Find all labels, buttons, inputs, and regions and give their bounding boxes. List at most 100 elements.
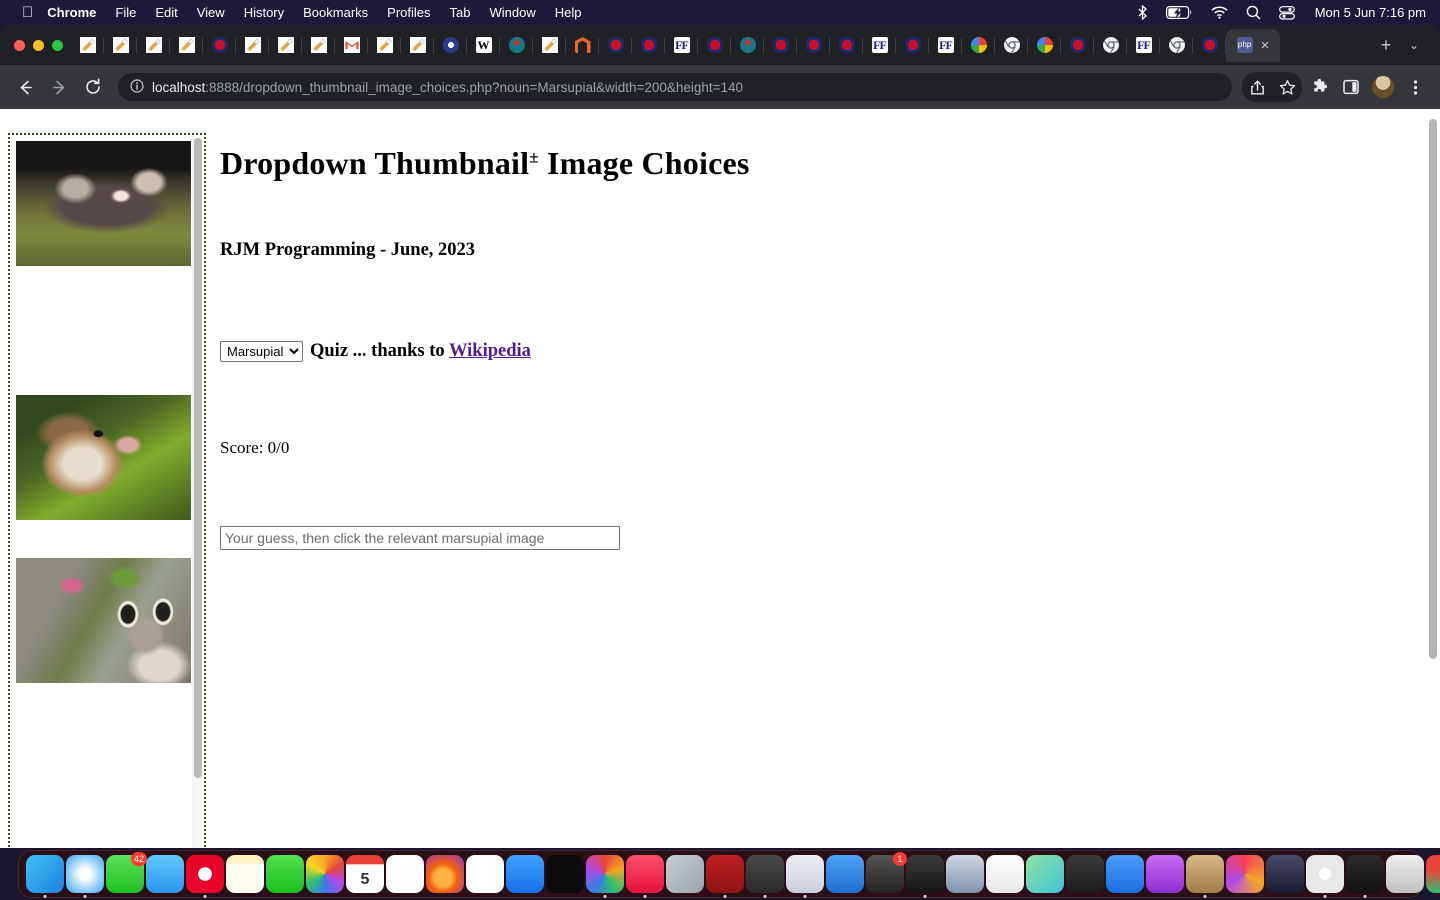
dock-icon-mamp[interactable] — [906, 855, 944, 893]
menu-item-profiles[interactable]: Profiles — [387, 5, 430, 20]
dock-icon-mail[interactable] — [146, 855, 184, 893]
guess-input[interactable] — [220, 526, 620, 550]
dock-icon-news[interactable] — [466, 855, 504, 893]
dock-icon-zoom[interactable] — [1106, 855, 1144, 893]
dock-icon-textedit-doc[interactable] — [986, 855, 1024, 893]
tab-15[interactable] — [566, 29, 599, 62]
tab-19[interactable] — [698, 29, 731, 62]
tab-4[interactable] — [203, 29, 236, 62]
share-icon[interactable] — [1242, 72, 1272, 102]
menu-item-history[interactable]: History — [244, 5, 284, 20]
new-tab-button[interactable]: + — [1372, 31, 1400, 59]
dock-icon-firefox[interactable] — [426, 855, 464, 893]
dock-icon-xcode[interactable] — [826, 855, 864, 893]
battery-charging-icon[interactable] — [1165, 6, 1193, 19]
tab-6[interactable] — [269, 29, 302, 62]
dock-icon-safari[interactable] — [66, 855, 104, 893]
tab-34[interactable] — [1193, 29, 1226, 62]
tab-2[interactable] — [137, 29, 170, 62]
tab-7[interactable] — [302, 29, 335, 62]
dock-icon-gimp[interactable] — [1066, 855, 1104, 893]
tab-22[interactable] — [797, 29, 830, 62]
menu-item-help[interactable]: Help — [555, 5, 582, 20]
tab-28[interactable] — [995, 29, 1028, 62]
menu-item-edit[interactable]: Edit — [155, 5, 177, 20]
tab-search-button[interactable]: ⌄ — [1400, 31, 1428, 59]
close-window-button[interactable] — [14, 39, 25, 51]
dock-icon-messages[interactable]: 42 — [106, 852, 147, 893]
tab-16[interactable] — [599, 29, 632, 62]
dock-icon-app-store[interactable] — [506, 855, 544, 893]
dock-icon-scanner[interactable] — [946, 855, 984, 893]
tab-26[interactable]: FF — [929, 29, 962, 62]
tab-21[interactable] — [764, 29, 797, 62]
dock-icon-podcasts[interactable] — [1146, 855, 1184, 893]
wikipedia-link[interactable]: Wikipedia — [449, 341, 531, 361]
dock-icon-inkscape[interactable] — [1386, 855, 1424, 893]
sidebar-scrollbar[interactable] — [192, 136, 203, 848]
dock-icon-apple-tv[interactable] — [546, 855, 584, 893]
search-icon[interactable] — [1246, 5, 1261, 20]
reload-button[interactable] — [78, 72, 108, 102]
back-button[interactable] — [10, 72, 40, 102]
dock-icon-calculator[interactable] — [746, 855, 784, 893]
tab-20[interactable] — [731, 29, 764, 62]
tab-11[interactable] — [434, 29, 467, 62]
maximize-window-button[interactable] — [52, 39, 63, 51]
tab-10[interactable] — [401, 29, 434, 62]
minimize-window-button[interactable] — [33, 39, 44, 51]
marsupial-thumbnail-2[interactable] — [16, 395, 191, 520]
dock-icon-logic[interactable] — [1186, 855, 1224, 893]
dock-icon-intellij[interactable] — [1226, 855, 1264, 893]
tab-13[interactable] — [500, 29, 533, 62]
bookmark-star-icon[interactable] — [1272, 72, 1302, 102]
tab-32[interactable]: FF — [1127, 29, 1160, 62]
dock-icon-maps[interactable] — [1026, 855, 1064, 893]
tab-3[interactable] — [170, 29, 203, 62]
active-tab[interactable]: php × — [1226, 28, 1280, 62]
dock-icon-launchpad[interactable] — [666, 855, 704, 893]
tab-29[interactable] — [1028, 29, 1061, 62]
menu-item-window[interactable]: Window — [490, 5, 536, 20]
forward-button[interactable] — [44, 72, 74, 102]
tab-14[interactable] — [533, 29, 566, 62]
tab-0[interactable] — [71, 29, 104, 62]
marsupial-thumbnail-1[interactable] — [16, 141, 191, 266]
control-center-icon[interactable] — [1278, 5, 1295, 20]
tab-27[interactable] — [962, 29, 995, 62]
side-panel-icon[interactable] — [1336, 72, 1366, 102]
dock-icon-music[interactable] — [626, 855, 664, 893]
tab-25[interactable] — [896, 29, 929, 62]
tab-9[interactable] — [368, 29, 401, 62]
close-icon[interactable]: × — [1261, 38, 1270, 53]
dock-icon-reminders[interactable] — [386, 855, 424, 893]
dock-icon-filezilla[interactable] — [706, 855, 744, 893]
dock-icon-notes[interactable] — [226, 855, 264, 893]
marsupial-thumbnail-3[interactable] — [16, 558, 191, 683]
tab-33[interactable] — [1160, 29, 1193, 62]
menu-item-file[interactable]: File — [115, 5, 136, 20]
sidebar-scrollbar-thumb[interactable] — [194, 138, 202, 778]
menu-item-view[interactable]: View — [197, 5, 225, 20]
tab-31[interactable] — [1094, 29, 1127, 62]
dock-icon-preview-paint[interactable] — [586, 855, 624, 893]
dock-icon-photos[interactable] — [306, 855, 344, 893]
dock-icon-quicktime[interactable] — [1266, 855, 1304, 893]
bluetooth-icon[interactable] — [1137, 5, 1148, 20]
dock-icon-bbedit[interactable] — [786, 855, 824, 893]
tab-5[interactable] — [236, 29, 269, 62]
menu-item-tab[interactable]: Tab — [450, 5, 471, 20]
dock-icon-calendar[interactable]: 5 — [346, 855, 384, 893]
dock-icon-chrome[interactable] — [1306, 855, 1344, 893]
tab-24[interactable]: FF — [863, 29, 896, 62]
extensions-puzzle-icon[interactable] — [1304, 72, 1334, 102]
apple-icon[interactable]:  — [22, 5, 33, 20]
dock-icon-opera[interactable] — [186, 855, 224, 893]
page-scrollbar-thumb[interactable] — [1429, 119, 1437, 659]
dock-icon-terminal[interactable] — [1346, 855, 1384, 893]
dock-icon-autocad[interactable] — [1426, 855, 1440, 893]
dock-icon-finder[interactable] — [26, 855, 64, 893]
dock-icon-adobe[interactable]: 1 — [866, 852, 907, 893]
tab-23[interactable] — [830, 29, 863, 62]
tab-18[interactable]: FF — [665, 29, 698, 62]
